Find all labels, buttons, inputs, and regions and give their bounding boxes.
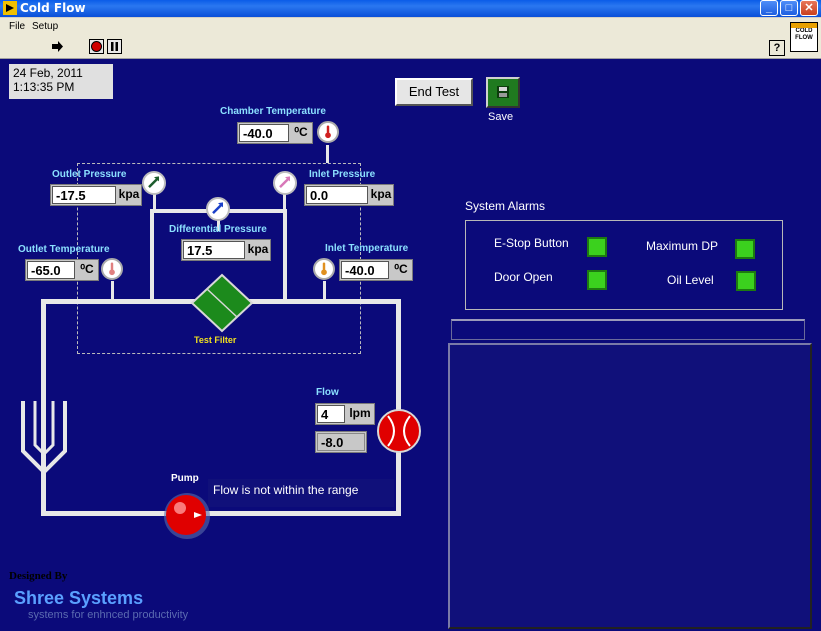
- test-filter-icon: [190, 273, 254, 333]
- chamber-temp-display: -40.0 ⁰C: [237, 122, 313, 144]
- pump-label: Pump: [171, 473, 199, 484]
- outlet-temp-unit: ⁰C: [80, 262, 94, 276]
- vi-icon: COLD FLOW: [790, 22, 818, 52]
- outlet-pressure-value: -17.5: [52, 186, 116, 204]
- run-arrow-icon[interactable]: [50, 39, 65, 54]
- pipe-outlet-thermo: [111, 281, 114, 300]
- chamber-temp-value: -40.0: [239, 124, 289, 142]
- inlet-temp-unit: ⁰C: [394, 262, 408, 276]
- diff-pressure-value: 17.5: [183, 241, 245, 259]
- inlet-pressure-unit: kpa: [370, 187, 392, 201]
- outlet-pressure-display: -17.5 kpa: [50, 184, 142, 206]
- close-button[interactable]: ✕: [800, 0, 818, 16]
- front-panel: 24 Feb, 2011 1:13:35 PM End Test Save Ch…: [0, 59, 821, 631]
- inlet-temp-value: -40.0: [341, 261, 389, 279]
- alarm-oil-led: [736, 271, 756, 291]
- alarm-oil-label: Oil Level: [667, 273, 714, 287]
- flow-reading-value: -8.0: [317, 433, 365, 451]
- pipe-outlet-gauge: [153, 194, 156, 211]
- save-button[interactable]: [486, 77, 520, 108]
- flow-display: 4 lpm: [315, 403, 375, 425]
- pipe-diff-right: [283, 209, 287, 301]
- chamber-temp-label: Chamber Temperature: [220, 106, 326, 117]
- menu-bar: File Setup: [0, 18, 821, 35]
- company-tagline: systems for enhnced productivity: [28, 609, 189, 621]
- save-label: Save: [488, 111, 514, 123]
- toolbar: ?: [0, 35, 821, 59]
- time-text: 1:13:35 PM: [13, 80, 75, 94]
- application-window: Cold Flow _ □ ✕ File Setup ? COLD FLOW 2…: [0, 0, 821, 631]
- system-alarms-panel: E-Stop Button Maximum DP Door Open Oil L…: [465, 220, 783, 310]
- alarm-estop-label: E-Stop Button: [494, 236, 569, 250]
- graph-header-strip: [451, 319, 805, 340]
- flow-unit: lpm: [349, 406, 371, 420]
- pipe-bottom: [41, 511, 401, 516]
- flow-value: 4: [317, 405, 345, 423]
- diff-pressure-display: 17.5 kpa: [181, 239, 271, 261]
- outlet-pressure-label: Outlet Pressure: [52, 169, 127, 180]
- flow-meter-icon: [377, 409, 421, 453]
- chamber-temp-unit: ⁰C: [294, 125, 308, 139]
- outlet-temp-label: Outlet Temperature: [18, 244, 110, 255]
- pipe-inlet-gauge: [283, 194, 286, 211]
- pipe-chamber-thermo: [326, 145, 329, 163]
- chamber-thermometer-icon: [317, 121, 339, 143]
- inlet-pressure-display: 0.0 kpa: [304, 184, 394, 206]
- alarm-door-led: [587, 270, 607, 290]
- menu-file[interactable]: File: [9, 21, 25, 32]
- pipe-diff-left: [150, 209, 154, 301]
- pause-icon[interactable]: [107, 39, 122, 54]
- company-name: Shree Systems: [14, 588, 144, 608]
- system-alarms-title: System Alarms: [465, 199, 546, 213]
- end-test-button[interactable]: End Test: [395, 78, 473, 106]
- diff-pressure-gauge-icon: [206, 197, 230, 221]
- flow-reading-display: -8.0: [315, 431, 367, 453]
- flow-splitter: [21, 401, 67, 475]
- window-title: Cold Flow: [20, 1, 86, 15]
- designed-by-label: Designed By: [9, 570, 68, 582]
- alarm-door-label: Door Open: [494, 270, 553, 284]
- vi-icon-text-top: COLD: [795, 28, 813, 34]
- floppy-disk-icon: [497, 86, 509, 98]
- vi-icon-text-bottom: FLOW: [795, 35, 813, 41]
- flow-label: Flow: [316, 387, 339, 398]
- diff-pressure-label: Differential Pressure: [169, 224, 267, 235]
- inlet-pressure-value: 0.0: [306, 186, 368, 204]
- outlet-pressure-unit: kpa: [118, 187, 140, 201]
- inlet-pressure-label: Inlet Pressure: [309, 169, 376, 180]
- maximize-button[interactable]: □: [780, 0, 798, 16]
- menu-setup[interactable]: Setup: [32, 21, 58, 32]
- outlet-thermometer-icon: [101, 258, 123, 280]
- minimize-button[interactable]: _: [760, 0, 778, 16]
- outlet-pressure-gauge-icon: [142, 171, 166, 195]
- diff-pressure-unit: kpa: [247, 242, 269, 256]
- alarm-maxdp-led: [735, 239, 755, 259]
- date-text: 24 Feb, 2011: [13, 66, 83, 80]
- test-filter-label: Test Filter: [194, 335, 237, 345]
- inlet-pressure-gauge-icon: [273, 171, 297, 195]
- alarm-maxdp-label: Maximum DP: [646, 239, 719, 253]
- pump-status-message: Flow is not within the range: [208, 479, 394, 507]
- date-time-display: 24 Feb, 2011 1:13:35 PM: [9, 64, 113, 99]
- outlet-temp-display: -65.0 ⁰C: [25, 259, 99, 281]
- help-icon[interactable]: ?: [769, 40, 785, 56]
- pipe-inlet-thermo: [323, 281, 326, 300]
- inlet-temp-display: -40.0 ⁰C: [339, 259, 413, 281]
- title-bar[interactable]: Cold Flow _ □ ✕: [0, 0, 821, 17]
- alarm-estop-led: [587, 237, 607, 257]
- abort-stop-icon[interactable]: [89, 39, 104, 54]
- pump-icon: [164, 493, 210, 539]
- graph-area: [448, 343, 812, 629]
- inlet-temp-label: Inlet Temperature: [325, 243, 409, 254]
- inlet-thermometer-icon: [313, 258, 335, 280]
- outlet-temp-value: -65.0: [27, 261, 75, 279]
- labview-icon: [3, 1, 17, 15]
